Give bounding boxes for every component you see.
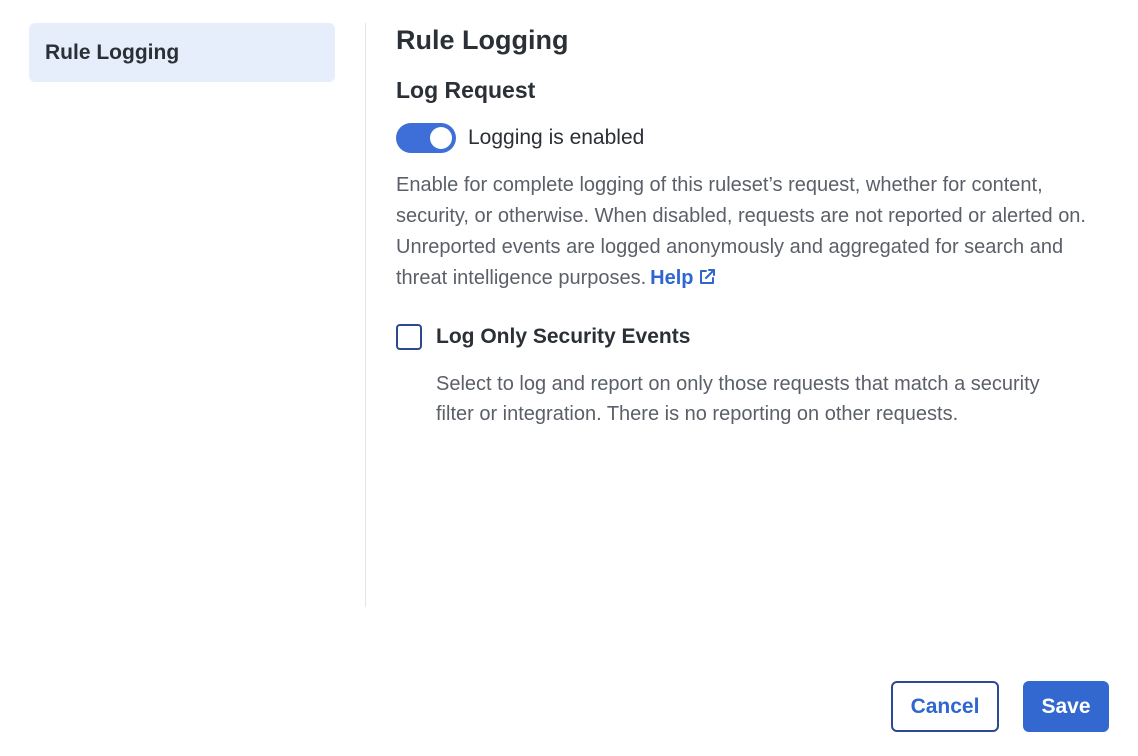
description-text: Enable for complete logging of this rule…: [396, 174, 1086, 289]
toggle-knob: [430, 127, 452, 149]
sidebar: Rule Logging: [29, 23, 335, 82]
external-link-icon: [698, 265, 716, 296]
security-events-checkbox[interactable]: [396, 324, 422, 350]
logging-toggle[interactable]: [396, 123, 456, 153]
toggle-label: Logging is enabled: [468, 126, 645, 149]
cancel-button[interactable]: Cancel: [891, 681, 999, 732]
checkbox-description: Select to log and report on only those r…: [436, 373, 1040, 425]
logging-toggle-row: Logging is enabled: [396, 123, 1111, 153]
main-panel: Rule Logging Log Request Logging is enab…: [396, 22, 1111, 429]
vertical-divider: [365, 23, 366, 607]
security-events-row: Log Only Security Events: [396, 322, 1111, 352]
logging-description: Enable for complete logging of this rule…: [396, 170, 1111, 296]
help-link-label: Help: [650, 267, 694, 289]
section-title: Log Request: [396, 77, 536, 103]
sidebar-item-label: Rule Logging: [45, 40, 180, 64]
sidebar-item-rule-logging[interactable]: Rule Logging: [29, 23, 335, 82]
page-title: Rule Logging: [396, 25, 569, 55]
save-button[interactable]: Save: [1023, 681, 1109, 732]
checkbox-label: Log Only Security Events: [436, 325, 691, 348]
help-link[interactable]: Help: [650, 267, 715, 289]
